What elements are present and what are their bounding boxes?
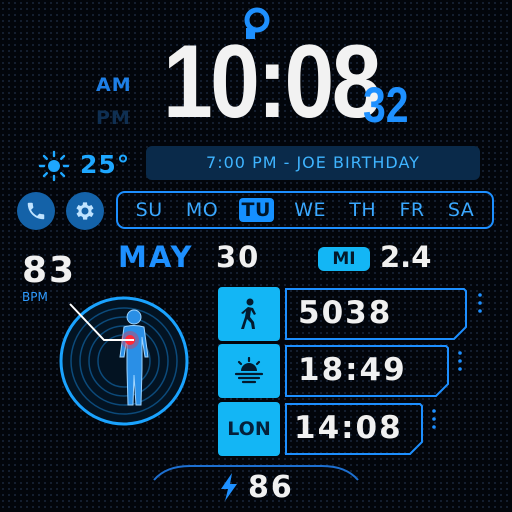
settings-button[interactable]	[66, 192, 104, 230]
sunset-icon	[234, 357, 264, 384]
heart-pointer-line	[69, 303, 134, 341]
temperature: 25°	[80, 150, 131, 179]
walk-icon	[241, 298, 256, 329]
sunset-icon-box	[218, 344, 280, 398]
steps-more-icon[interactable]	[478, 292, 482, 314]
sunset-value: 18:49	[298, 352, 407, 388]
weekday-we: WE	[294, 199, 326, 221]
phone-button[interactable]	[17, 192, 55, 230]
calendar-event[interactable]: 7:00 PM - JOE BIRTHDAY	[146, 146, 480, 180]
am-indicator: AM	[96, 74, 132, 96]
weekday-sa: SA	[447, 199, 475, 221]
world-clock-city: LON	[227, 418, 271, 440]
world-clock-value: 14:08	[294, 410, 403, 446]
weekday-tu-active: TU	[238, 198, 274, 222]
steps-complication[interactable]: 5038	[218, 287, 468, 341]
sunset-more-icon[interactable]	[458, 350, 462, 372]
heart-rate-unit: BPM	[22, 290, 48, 304]
steps-value: 5038	[298, 295, 393, 331]
heart-rate-value: 83	[22, 250, 77, 291]
weekday-mo: MO	[185, 199, 219, 221]
world-clock-label-box: LON	[218, 402, 280, 456]
sunset-complication[interactable]: 18:49	[218, 344, 450, 398]
phone-icon	[27, 202, 45, 220]
world-clock-more-icon[interactable]	[432, 408, 436, 430]
watch-face: AM PM 10:08 32 25° 7:00 PM - JOE BIRTHDA…	[0, 0, 512, 512]
weekday-selector[interactable]: SU MO TU WE TH FR SA	[116, 191, 494, 229]
sun-icon[interactable]	[38, 150, 70, 182]
weekday-su: SU	[135, 199, 163, 221]
gear-icon	[76, 202, 94, 220]
weekday-th: TH	[349, 199, 377, 221]
weekday-fr: FR	[399, 199, 425, 221]
battery-value: 86	[248, 470, 294, 505]
lightning-icon[interactable]	[218, 472, 240, 502]
clock-seconds: 32	[363, 77, 409, 133]
clock-time: 10:08	[163, 24, 381, 140]
world-clock-complication[interactable]: LON 14:08	[218, 402, 424, 456]
date-day: 30	[216, 240, 261, 274]
pm-indicator: PM	[96, 107, 131, 129]
distance-unit-badge: MI	[318, 247, 370, 271]
distance-value: 2.4	[380, 240, 432, 274]
date-month: MAY	[118, 240, 194, 274]
steps-icon-box	[218, 287, 280, 341]
